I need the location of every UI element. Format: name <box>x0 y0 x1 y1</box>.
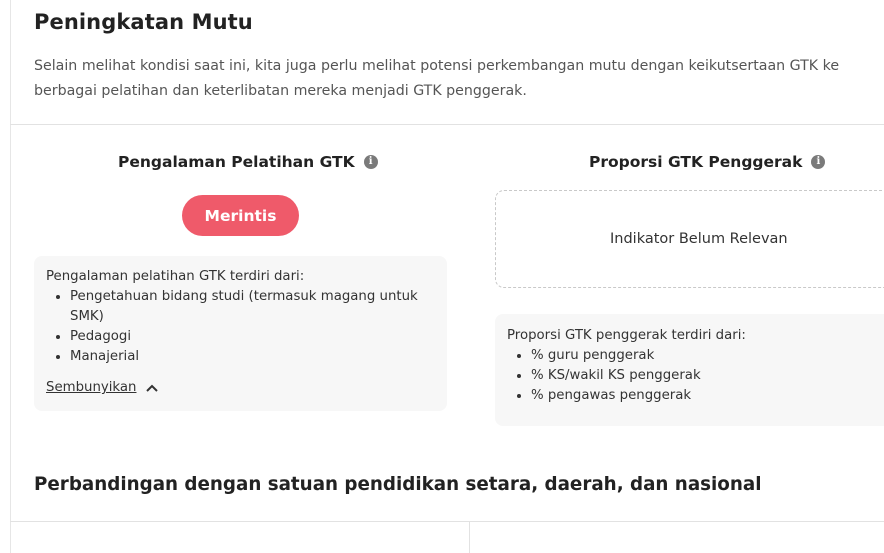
comparison-title: Perbandingan dengan satuan pendidikan se… <box>34 474 762 495</box>
chevron-up-icon[interactable] <box>146 384 159 392</box>
training-experience-title: Pengalaman Pelatihan GTK i <box>118 153 378 171</box>
placeholder-box: Indikator Belum Relevan <box>495 190 884 288</box>
left-border <box>10 0 11 553</box>
driver-list: % guru penggerak % KS/wakil KS penggerak… <box>507 346 883 406</box>
divider <box>10 521 884 522</box>
list-item: Pedagogi <box>70 327 435 347</box>
driver-proportion-title-text: Proporsi GTK Penggerak <box>589 153 803 171</box>
status-badge: Merintis <box>182 195 299 236</box>
section-description: Selain melihat kondisi saat ini, kita ju… <box>34 58 840 99</box>
training-info-panel: Pengalaman pelatihan GTK terdiri dari: P… <box>34 256 447 411</box>
info-icon[interactable]: i <box>811 155 826 169</box>
section-title: Peningkatan Mutu <box>34 10 253 34</box>
list-item: Pengetahuan bidang studi (termasuk magan… <box>70 287 435 327</box>
list-item: % guru penggerak <box>531 346 883 366</box>
list-item: Manajerial <box>70 347 435 367</box>
column-divider <box>469 522 470 553</box>
driver-proportion-title: Proporsi GTK Penggerak i <box>589 153 826 171</box>
driver-info-panel: Proporsi GTK penggerak terdiri dari: % g… <box>495 314 884 426</box>
panel-intro: Proporsi GTK penggerak terdiri dari: <box>507 328 746 343</box>
divider <box>10 124 884 125</box>
list-item: % KS/wakil KS penggerak <box>531 366 883 386</box>
hide-toggle-label[interactable]: Sembunyikan <box>46 378 136 398</box>
training-experience-title-text: Pengalaman Pelatihan GTK <box>118 153 355 171</box>
training-list: Pengetahuan bidang studi (termasuk magan… <box>46 287 435 367</box>
list-item: % pengawas penggerak <box>531 386 883 406</box>
panel-intro: Pengalaman pelatihan GTK terdiri dari: <box>46 269 305 284</box>
placeholder-text: Indikator Belum Relevan <box>610 231 788 247</box>
info-icon[interactable]: i <box>363 155 378 169</box>
hide-toggle-button[interactable]: Sembunyikan <box>46 378 159 398</box>
